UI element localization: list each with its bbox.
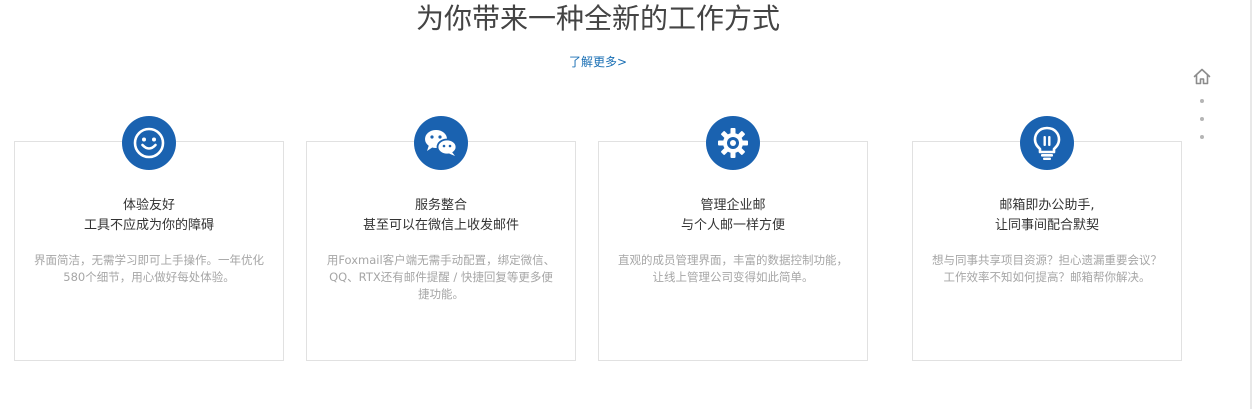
card-title: 体验友好 工具不应成为你的障碍 (15, 196, 283, 236)
card-description: 界面简洁，无需学习即可上手操作。一年优化580个细节，用心做好每处体验。 (34, 253, 264, 284)
card-title-line1: 管理企业邮 (700, 198, 766, 213)
section-headline: 为你带来一种全新的工作方式 (415, 2, 780, 35)
side-nav (1191, 66, 1213, 139)
features-section: 为你带来一种全新的工作方式 了解更多> 体验友好 工具不应成为你的障碍 界面简洁… (0, 0, 1252, 409)
card-description: 直观的成员管理界面，丰富的数据控制功能，让线上管理公司变得如此简单。 (618, 253, 848, 284)
smiley-icon (122, 116, 176, 170)
card-title-line1: 服务整合 (414, 198, 467, 213)
feature-card-integration: 服务整合 甚至可以在微信上收发邮件 用Foxmail客户端无需手动配置，绑定微信… (306, 116, 576, 361)
feature-card-management: 管理企业邮 与个人邮一样方便 直观的成员管理界面，丰富的数据控制功能，让线上管理… (598, 116, 868, 361)
card-title: 邮箱即办公助手, 让同事间配合默契 (913, 196, 1181, 236)
learn-more-link[interactable]: 了解更多> (569, 55, 627, 69)
lightbulb-icon (1020, 116, 1074, 170)
gear-icon (706, 116, 760, 170)
card-title-line2: 与个人邮一样方便 (680, 218, 785, 233)
nav-dot[interactable] (1200, 135, 1204, 139)
card-title-line2: 工具不应成为你的障碍 (83, 218, 214, 233)
card-title-line2: 甚至可以在微信上收发邮件 (362, 218, 519, 233)
card-description: 用Foxmail客户端无需手动配置，绑定微信、QQ、RTX还有邮件提醒 / 快捷… (326, 253, 556, 301)
nav-dot[interactable] (1200, 99, 1204, 103)
feature-card-assistant: 邮箱即办公助手, 让同事间配合默契 想与同事共享项目资源？担心遗漏重要会议？工作… (912, 116, 1182, 361)
card-title-line1: 邮箱即办公助手, (999, 198, 1095, 213)
card-title: 服务整合 甚至可以在微信上收发邮件 (307, 196, 575, 236)
card-title-line2: 让同事间配合默契 (994, 218, 1099, 233)
home-icon[interactable] (1191, 66, 1213, 86)
card-title: 管理企业邮 与个人邮一样方便 (599, 196, 867, 236)
card-description: 想与同事共享项目资源？担心遗漏重要会议？工作效率不知如何提高？邮箱帮你解决。 (932, 253, 1162, 284)
feature-card-friendly: 体验友好 工具不应成为你的障碍 界面简洁，无需学习即可上手操作。一年优化580个… (14, 116, 284, 361)
wechat-icon (414, 116, 468, 170)
nav-dot[interactable] (1200, 117, 1204, 121)
learn-more-container: 了解更多> (0, 54, 1196, 70)
card-title-line1: 体验友好 (122, 198, 175, 213)
